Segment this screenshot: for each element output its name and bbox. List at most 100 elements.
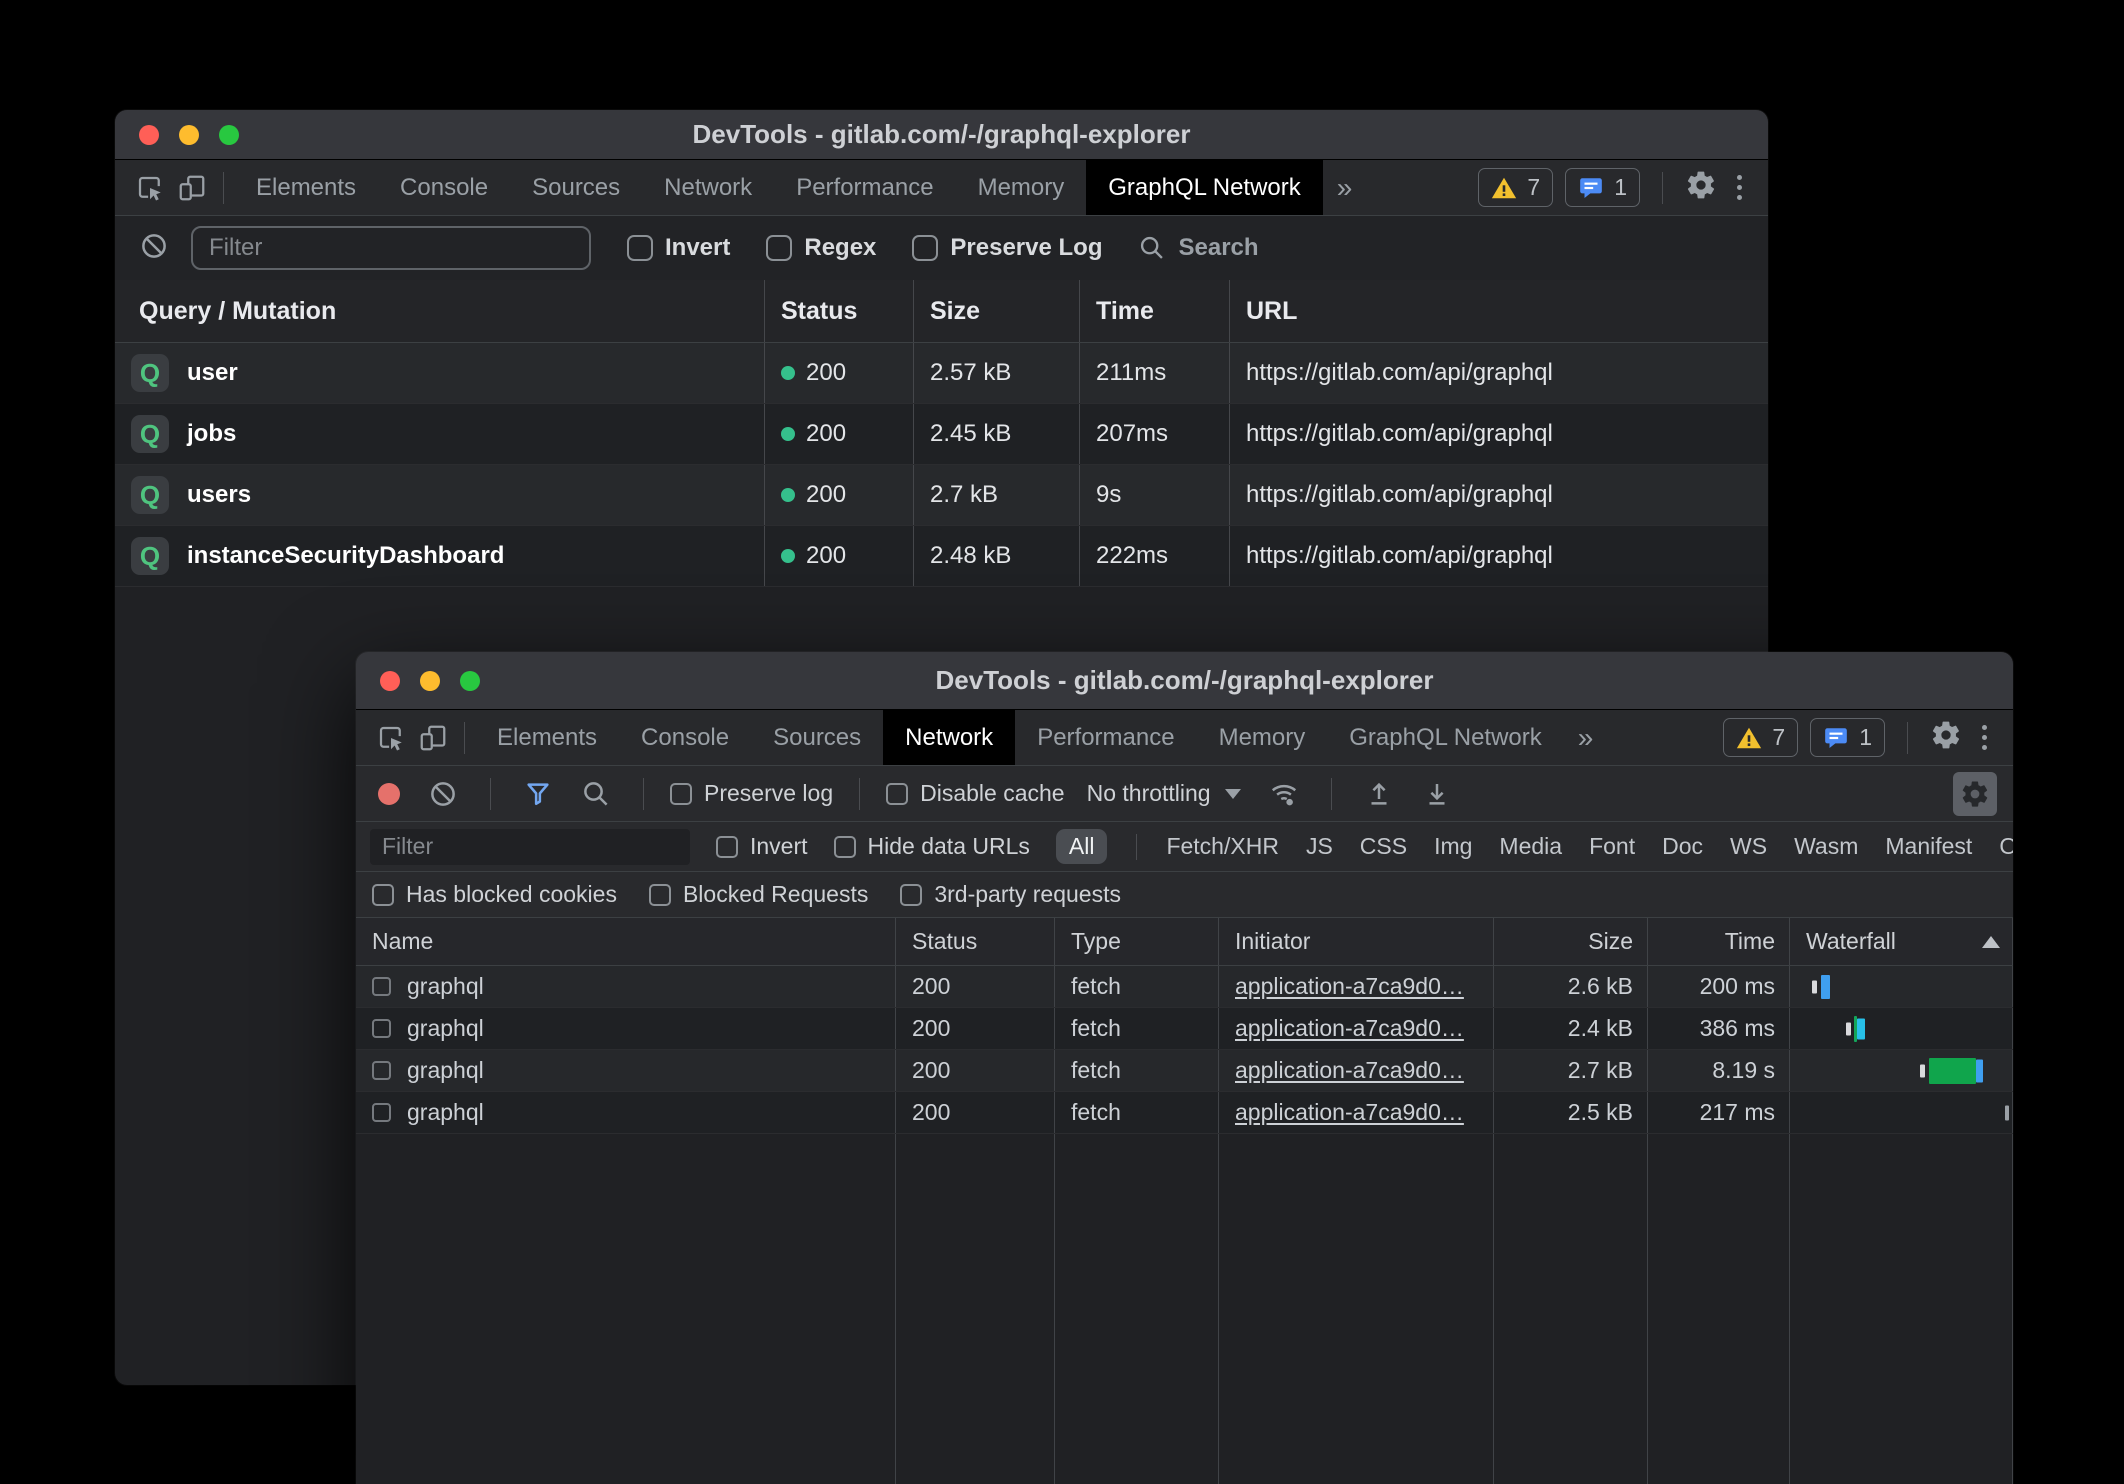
minimize-button[interactable] (179, 125, 199, 145)
row-checkbox[interactable] (372, 1061, 391, 1080)
tab-elements[interactable]: Elements (234, 160, 378, 215)
column-time[interactable]: Time (1648, 918, 1790, 965)
clear-icon[interactable] (139, 231, 169, 266)
filter-chip-font[interactable]: Font (1589, 833, 1635, 860)
tab-memory[interactable]: Memory (1197, 710, 1328, 765)
row-checkbox[interactable] (372, 1103, 391, 1122)
checkbox[interactable] (627, 235, 653, 261)
filter-chip-doc[interactable]: Doc (1662, 833, 1703, 860)
initiator-link[interactable]: application-a7ca9d0… (1235, 973, 1464, 1000)
device-toolbar-icon[interactable] (412, 717, 454, 759)
close-button[interactable] (139, 125, 159, 145)
record-button[interactable] (378, 783, 400, 805)
filter-chip-js[interactable]: JS (1306, 833, 1333, 860)
issues-badge[interactable]: 1 (1565, 168, 1640, 207)
tab-sources[interactable]: Sources (510, 160, 642, 215)
checkbox[interactable] (886, 783, 908, 805)
network-settings-gear-icon[interactable] (1953, 772, 1997, 816)
titlebar[interactable]: DevTools - gitlab.com/-/graphql-explorer (115, 110, 1768, 160)
row-checkbox[interactable] (372, 977, 391, 996)
query-row[interactable]: QinstanceSecurityDashboard 200 2.48 kB 2… (115, 526, 1768, 587)
filter-chip-other[interactable]: Other (1999, 833, 2013, 860)
filter-chip-manifest[interactable]: Manifest (1885, 833, 1972, 860)
third-party-requests-checkbox[interactable]: 3rd-party requests (900, 881, 1121, 908)
inspect-element-icon[interactable] (370, 717, 412, 759)
filter-chip-media[interactable]: Media (1499, 833, 1562, 860)
minimize-button[interactable] (420, 671, 440, 691)
preserve-log-checkbox[interactable]: Preserve log (670, 780, 833, 807)
titlebar[interactable]: DevTools - gitlab.com/-/graphql-explorer (356, 652, 2013, 710)
filter-chip-wasm[interactable]: Wasm (1794, 833, 1858, 860)
zoom-button[interactable] (219, 125, 239, 145)
column-name[interactable]: Name (356, 918, 896, 965)
tab-network[interactable]: Network (642, 160, 774, 215)
column-query-mutation[interactable]: Query / Mutation (115, 280, 765, 342)
query-row[interactable]: Quser 200 2.57 kB 211ms https://gitlab.c… (115, 343, 1768, 404)
search-button[interactable]: Search (1138, 234, 1258, 262)
warnings-badge[interactable]: 7 (1723, 718, 1798, 757)
column-type[interactable]: Type (1055, 918, 1219, 965)
tab-sources[interactable]: Sources (751, 710, 883, 765)
warnings-badge[interactable]: 7 (1478, 168, 1553, 207)
search-icon[interactable] (575, 773, 617, 815)
column-initiator[interactable]: Initiator (1219, 918, 1494, 965)
close-button[interactable] (380, 671, 400, 691)
blocked-requests-checkbox[interactable]: Blocked Requests (649, 881, 868, 908)
column-status[interactable]: Status (896, 918, 1055, 965)
query-row[interactable]: Qjobs 200 2.45 kB 207ms https://gitlab.c… (115, 404, 1768, 465)
request-row[interactable]: graphql 200 fetch application-a7ca9d0… 2… (356, 1008, 2013, 1050)
filter-input[interactable] (191, 226, 591, 270)
settings-gear-icon[interactable] (1930, 719, 1962, 756)
checkbox[interactable] (834, 836, 856, 858)
checkbox[interactable] (716, 836, 738, 858)
query-row[interactable]: Qusers 200 2.7 kB 9s https://gitlab.com/… (115, 465, 1768, 526)
invert-checkbox[interactable]: Invert (627, 234, 730, 262)
network-conditions-icon[interactable] (1263, 773, 1305, 815)
inspect-element-icon[interactable] (129, 167, 171, 209)
checkbox[interactable] (912, 235, 938, 261)
invert-checkbox[interactable]: Invert (716, 833, 808, 860)
regex-checkbox[interactable]: Regex (766, 234, 876, 262)
disable-cache-checkbox[interactable]: Disable cache (886, 780, 1064, 807)
kebab-menu-icon[interactable] (1974, 725, 1995, 750)
tab-console[interactable]: Console (619, 710, 751, 765)
hide-data-urls-checkbox[interactable]: Hide data URLs (834, 833, 1030, 860)
clear-icon[interactable] (422, 773, 464, 815)
filter-chip-fetch-xhr[interactable]: Fetch/XHR (1166, 833, 1278, 860)
tab-performance[interactable]: Performance (1015, 710, 1196, 765)
column-waterfall[interactable]: Waterfall (1790, 918, 2013, 965)
tab-memory[interactable]: Memory (956, 160, 1087, 215)
tab-performance[interactable]: Performance (774, 160, 955, 215)
column-time[interactable]: Time (1080, 280, 1230, 342)
initiator-link[interactable]: application-a7ca9d0… (1235, 1015, 1464, 1042)
filter-chip-img[interactable]: Img (1434, 833, 1472, 860)
device-toolbar-icon[interactable] (171, 167, 213, 209)
more-tabs-icon[interactable]: » (1564, 710, 1606, 765)
column-url[interactable]: URL (1230, 280, 1768, 342)
tab-elements[interactable]: Elements (475, 710, 619, 765)
tab-network[interactable]: Network (883, 710, 1015, 765)
preserve-log-checkbox[interactable]: Preserve Log (912, 234, 1102, 262)
column-status[interactable]: Status (765, 280, 914, 342)
request-row[interactable]: graphql 200 fetch application-a7ca9d0… 2… (356, 1050, 2013, 1092)
initiator-link[interactable]: application-a7ca9d0… (1235, 1099, 1464, 1126)
request-row[interactable]: graphql 200 fetch application-a7ca9d0… 2… (356, 1092, 2013, 1134)
checkbox[interactable] (900, 884, 922, 906)
checkbox[interactable] (372, 884, 394, 906)
kebab-menu-icon[interactable] (1729, 175, 1750, 200)
initiator-link[interactable]: application-a7ca9d0… (1235, 1057, 1464, 1084)
more-tabs-icon[interactable]: » (1323, 160, 1365, 215)
settings-gear-icon[interactable] (1685, 169, 1717, 206)
column-size[interactable]: Size (914, 280, 1080, 342)
throttling-select[interactable]: No throttling (1081, 780, 1247, 807)
filter-funnel-icon[interactable] (517, 773, 559, 815)
issues-badge[interactable]: 1 (1810, 718, 1885, 757)
import-har-icon[interactable] (1358, 773, 1400, 815)
tab-graphql-network[interactable]: GraphQL Network (1086, 160, 1323, 215)
request-row[interactable]: graphql 200 fetch application-a7ca9d0… 2… (356, 966, 2013, 1008)
tab-graphql-network[interactable]: GraphQL Network (1327, 710, 1564, 765)
tab-console[interactable]: Console (378, 160, 510, 215)
column-size[interactable]: Size (1494, 918, 1648, 965)
checkbox[interactable] (670, 783, 692, 805)
export-har-icon[interactable] (1416, 773, 1458, 815)
